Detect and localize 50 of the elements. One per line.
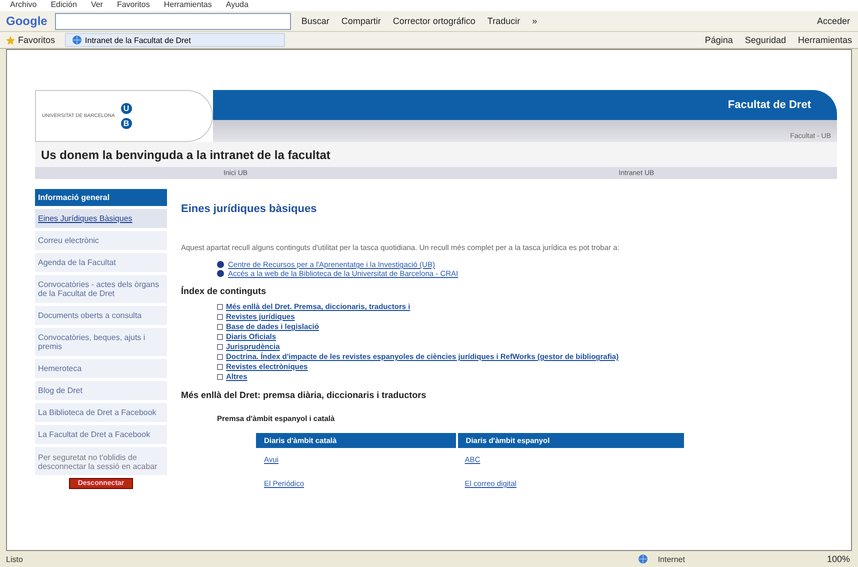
bullet-icon	[217, 354, 223, 360]
menu-item[interactable]: Archivo	[10, 0, 37, 11]
sidebar-item[interactable]: Blog de Dret	[35, 381, 167, 400]
bullet-icon	[217, 344, 223, 350]
toolbar-button[interactable]: Corrector ortográfico	[390, 16, 478, 26]
google-logo: Google	[6, 14, 48, 28]
menu-item[interactable]: Ayuda	[226, 0, 248, 11]
sidebar-item[interactable]: Documents oberts a consulta	[35, 306, 167, 325]
section-title: Eines jurídiques bàsiques	[181, 203, 318, 215]
command-button[interactable]: Página	[702, 35, 735, 45]
logout-note: Per seguretat no t'oblidis de desconnectar la sessió en acabar	[35, 447, 167, 475]
browser-tab[interactable]: Intranet de la Facultat de Dret	[65, 33, 286, 47]
toolbar-button[interactable]: Compartir	[339, 16, 383, 26]
sidebar-item[interactable]: Eines Jurídiques Bàsiques	[35, 209, 167, 228]
sidebar-item[interactable]: La Biblioteca de Dret a Facebook	[35, 403, 167, 422]
sidebar-header: Informació general	[35, 189, 167, 206]
command-button[interactable]: Herramientas	[796, 35, 854, 45]
sidebar-item[interactable]: Convocatòries, beques, ajuts i premis	[35, 328, 167, 356]
section-heading: Més enllà del Dret: premsa diària, diccionaris i traductors	[181, 390, 428, 400]
header-banner: Facultat de Dret	[213, 90, 837, 120]
status-text: Listo	[6, 554, 23, 564]
zoom-button[interactable]: 100%	[824, 554, 852, 564]
page-title: Us donem la benvinguda a la intranet de la facultat	[35, 142, 837, 167]
sidebar-item[interactable]: Agenda de la Facultat	[35, 253, 167, 272]
globe-icon	[638, 554, 648, 564]
menu-item[interactable]: Ver	[90, 0, 103, 11]
favorites-button[interactable]: Favoritos	[4, 35, 58, 45]
menu-item[interactable]: Edición	[50, 0, 77, 11]
sidebar-item[interactable]: La Facultat de Dret a Facebook	[35, 425, 167, 444]
menu-item[interactable]: Herramientas	[164, 0, 212, 11]
command-button[interactable]: Seguridad	[742, 35, 788, 45]
toolbar-button[interactable]: »	[530, 16, 540, 26]
sidebar-item[interactable]: Hemeroteca	[35, 359, 167, 378]
bullet-icon	[217, 374, 223, 380]
bullet-icon	[217, 314, 223, 320]
page-icon	[72, 35, 82, 45]
sidebar-item[interactable]: Correu electrònic	[35, 231, 167, 250]
sign-in-button[interactable]: Acceder	[814, 16, 852, 26]
index-title: Índex de continguts	[181, 286, 268, 296]
sidebar-item[interactable]: Convocatòries - actes dels òrgans de la Facultat de Dret	[35, 275, 167, 303]
bullet-icon	[217, 304, 223, 310]
bullet-icon	[217, 334, 223, 340]
star-icon	[6, 36, 15, 44]
zone-text: Internet	[658, 554, 685, 564]
search-field[interactable]	[55, 12, 292, 30]
toolbar-button[interactable]: Traducir	[485, 16, 522, 26]
menu-item[interactable]: Favoritos	[116, 0, 150, 11]
bullet-icon	[217, 324, 223, 330]
bullet-icon	[217, 364, 223, 370]
toolbar-button[interactable]: Buscar	[299, 16, 332, 26]
